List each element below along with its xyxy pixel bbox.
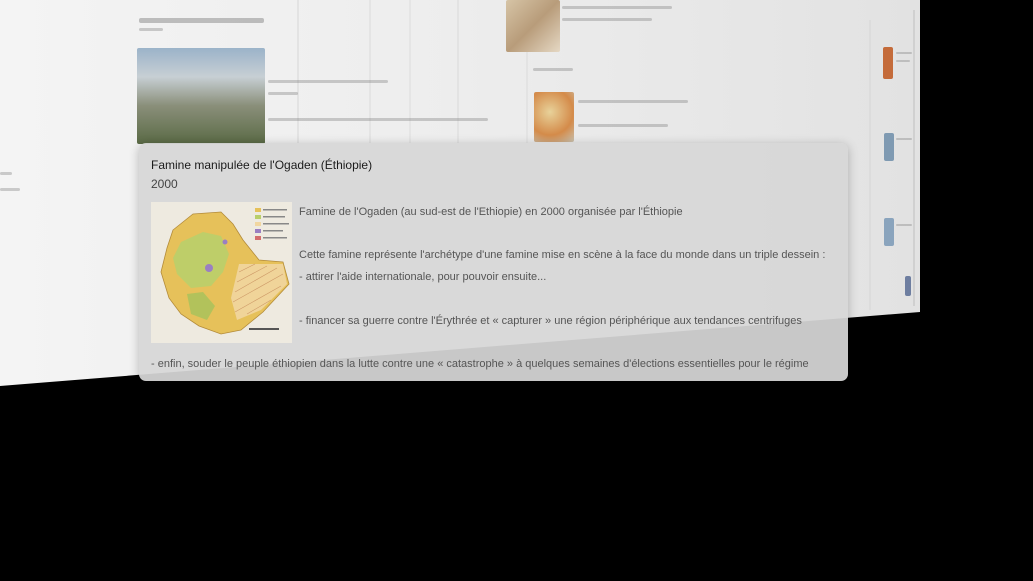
event-description-line: - financer sa guerre contre l'Érythrée e…	[299, 315, 802, 327]
wall-text-fragment	[0, 172, 12, 175]
event-description-line: - attirer l'aide internationale, pour po…	[299, 271, 547, 283]
wall-thumbnail	[884, 133, 894, 161]
event-title: Famine manipulée de l'Ogaden (Éthiopie)	[151, 158, 373, 172]
wall-thumbnail	[884, 218, 894, 246]
ethiopia-map-icon	[151, 202, 292, 343]
wall-text-fragment	[578, 100, 688, 103]
wall-text-fragment	[578, 124, 668, 127]
event-description-line: Cette famine représente l'archétype d'un…	[299, 249, 826, 261]
wall-text-fragment	[533, 68, 573, 71]
wall-text-fragment	[896, 52, 912, 54]
wall-thumbnail	[137, 48, 265, 144]
event-description-line: - enfin, souder le peuple éthiopien dans…	[151, 358, 809, 370]
wall-thumbnail	[534, 92, 574, 142]
wall-text-fragment	[562, 6, 672, 9]
wall-text-fragment	[896, 138, 912, 140]
event-popup[interactable]: Famine manipulée de l'Ogaden (Éthiopie) …	[139, 143, 848, 381]
event-description-line: Famine de l'Ogaden (au sud-est de l'Ethi…	[299, 206, 683, 218]
event-date: 2000	[151, 177, 178, 191]
wall-thumbnail	[905, 276, 911, 296]
wall-text-fragment	[139, 28, 163, 31]
wall-text-fragment	[0, 188, 20, 191]
wall-text-fragment	[896, 224, 912, 226]
wall-text-fragment	[139, 18, 264, 23]
wall-text-fragment	[268, 92, 298, 95]
wall-thumbnail	[506, 0, 560, 52]
wall-text-fragment	[562, 18, 652, 21]
event-map-image[interactable]	[151, 202, 292, 343]
wall-text-fragment	[268, 80, 388, 83]
wall-text-fragment	[268, 118, 488, 121]
wall-thumbnail	[883, 47, 893, 79]
wall-text-fragment	[896, 60, 910, 62]
